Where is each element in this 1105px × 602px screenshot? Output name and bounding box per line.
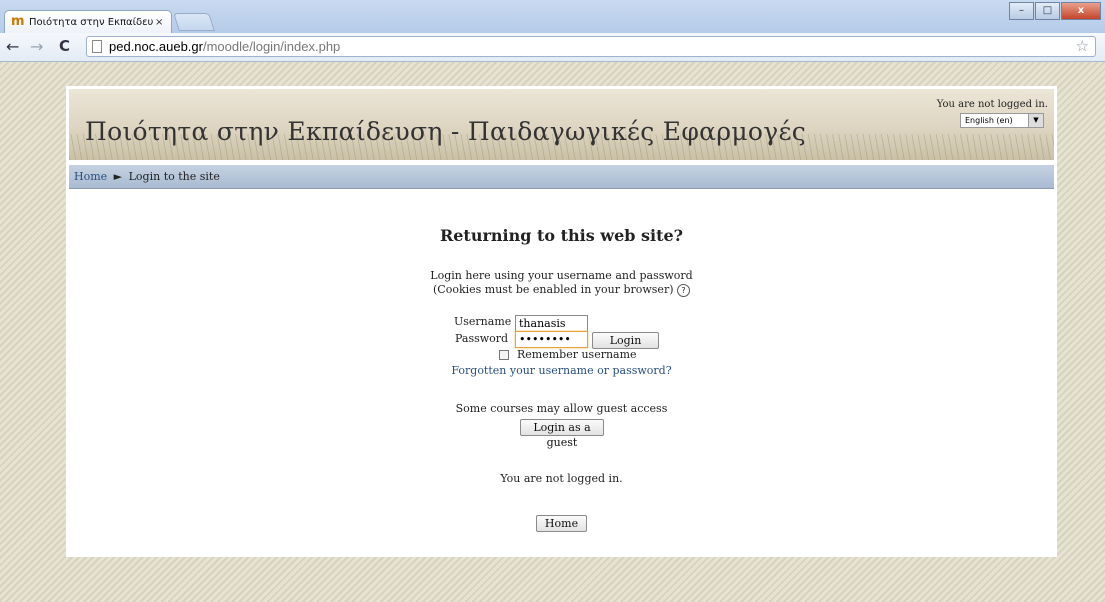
moodle-favicon-icon: m xyxy=(11,14,25,29)
back-icon[interactable]: ← xyxy=(6,37,19,56)
password-label: Password xyxy=(455,332,509,345)
breadcrumb: Home ► Login to the site xyxy=(69,165,1054,189)
breadcrumb-separator-icon: ► xyxy=(113,170,123,183)
page-viewport: Ποιότητα στην Εκπαίδευση - Παιδαγωγικές … xyxy=(0,62,1105,602)
login-intro: Login here using your username and passw… xyxy=(430,269,693,282)
url-path: /moodle/login/index.php xyxy=(202,39,341,54)
login-button[interactable]: Login xyxy=(592,332,659,349)
url-host: ped.noc.aueb.gr xyxy=(109,39,203,54)
username-label: Username xyxy=(454,315,512,328)
breadcrumb-home-link[interactable]: Home xyxy=(74,170,107,183)
maximize-button[interactable]: □ xyxy=(1035,2,1060,20)
footer-login-status: You are not logged in. xyxy=(500,472,623,485)
window-controls: – □ x xyxy=(1008,2,1101,20)
chevron-down-icon[interactable]: ▼ xyxy=(1028,114,1043,127)
guest-access-text: Some courses may allow guest access xyxy=(455,402,668,415)
bookmark-star-icon[interactable]: ☆ xyxy=(1076,37,1089,56)
reload-icon[interactable]: C xyxy=(59,37,70,55)
minimize-button[interactable]: – xyxy=(1009,2,1034,20)
forgot-password-link-text[interactable]: Forgotten your username or password? xyxy=(451,364,671,377)
page-icon xyxy=(92,40,102,53)
address-bar[interactable]: ped.noc.aueb.gr/moodle/login/index.php ☆ xyxy=(86,36,1096,57)
language-select[interactable]: English (en) ▼ xyxy=(960,113,1044,128)
tab-title: Ποιότητα στην Εκπαίδευ xyxy=(29,16,153,28)
page-container: Ποιότητα στην Εκπαίδευση - Παιδαγωγικές … xyxy=(66,86,1057,557)
cookies-note: (Cookies must be enabled in your browser… xyxy=(66,283,1057,297)
language-value: English (en) xyxy=(965,116,1013,125)
help-icon[interactable]: ? xyxy=(677,283,690,297)
close-window-button[interactable]: x xyxy=(1061,2,1101,20)
cookies-note-text: (Cookies must be enabled in your browser… xyxy=(433,283,674,296)
tab-close-icon[interactable]: × xyxy=(155,17,163,28)
remember-username-checkbox[interactable] xyxy=(499,350,509,360)
password-input[interactable] xyxy=(515,331,588,348)
browser-toolbar: ← → C ped.noc.aueb.gr/moodle/login/index… xyxy=(0,33,1105,62)
login-heading: Returning to this web site? xyxy=(439,226,684,245)
forgot-password-link: Forgotten your username or password? xyxy=(66,364,1057,377)
login-as-guest-button[interactable]: Login as a guest xyxy=(520,419,604,449)
site-title: Ποιότητα στην Εκπαίδευση - Παιδαγωγικές … xyxy=(85,117,807,146)
login-info: You are not logged in. xyxy=(936,99,1048,110)
site-header: Ποιότητα στην Εκπαίδευση - Παιδαγωγικές … xyxy=(69,89,1054,160)
browser-titlebar: m Ποιότητα στην Εκπαίδευ × – □ x xyxy=(0,0,1105,33)
breadcrumb-current: Login to the site xyxy=(128,170,220,183)
username-input[interactable] xyxy=(515,315,588,332)
home-button[interactable]: Home xyxy=(536,515,587,532)
url-text: ped.noc.aueb.gr/moodle/login/index.php xyxy=(109,37,340,56)
new-tab-button[interactable] xyxy=(173,13,215,31)
browser-tab[interactable]: m Ποιότητα στην Εκπαίδευ × xyxy=(4,10,172,33)
forward-icon[interactable]: → xyxy=(30,37,43,56)
remember-username-label: Remember username xyxy=(517,348,637,361)
